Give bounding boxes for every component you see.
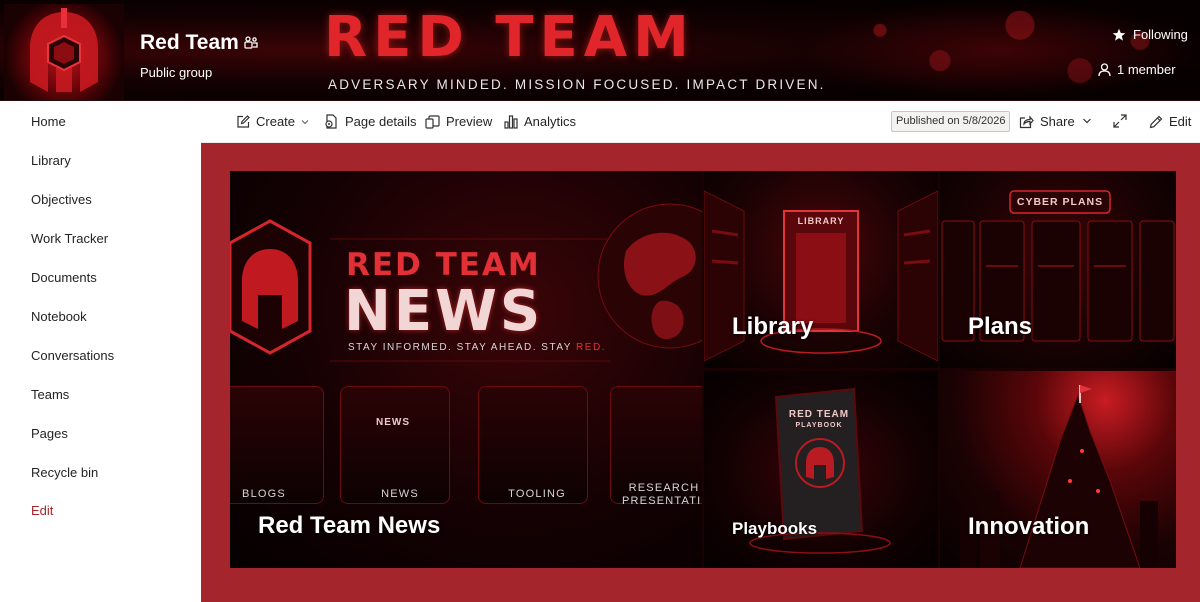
spartan-helmet-icon [30,8,98,92]
left-navigation: Home Library Objectives Work Tracker Doc… [0,101,201,602]
published-badge: Published on 5/8/2026 [891,111,1011,132]
news-card-news [340,386,450,504]
tile-label-plans: Plans [968,313,1033,340]
page-details-button[interactable]: Page details [324,114,417,129]
news-card-tooling [478,386,588,504]
news-card-sign: NEWS [376,417,410,428]
person-icon [1098,62,1111,76]
settings-doc-icon [325,114,337,129]
hero-tile-innovation[interactable]: Innovation [940,371,1176,568]
nav-edit-link[interactable]: Edit [31,503,53,518]
news-card-label-news: NEWS [381,488,419,500]
tile-label-red-team-news: Red Team News [258,512,441,539]
command-bar: Create Page details Preview Analytics Pu… [201,101,1200,143]
nav-item-work-tracker[interactable]: Work Tracker [31,231,108,246]
tile-label-playbooks: Playbooks [732,519,818,538]
share-button[interactable]: Share [1019,114,1075,129]
library-caption: LIBRARY [797,216,845,226]
share-label: Share [1040,114,1075,129]
tile-label-library: Library [732,313,814,340]
edit-button[interactable]: Edit [1149,114,1191,129]
news-tile-artwork [230,203,702,464]
news-tagline-text: STAY INFORMED. STAY AHEAD. STAY [348,342,577,353]
playbook-caption-title: RED TEAM [788,409,850,420]
star-icon [1112,28,1126,41]
site-title[interactable]: Red Team [140,31,239,55]
world-map-decoration [800,0,1200,100]
news-headline-news: NEWS [344,279,544,344]
news-headline-red-team: RED TEAM [346,247,541,283]
chevron-down-icon [301,119,309,124]
expand-button[interactable] [1113,114,1127,128]
create-button[interactable]: Create [236,114,309,129]
site-subtitle: Public group [140,65,213,80]
tile-label-innovation: Innovation [968,513,1090,540]
nav-item-home[interactable]: Home [31,114,66,129]
analytics-label: Analytics [524,114,577,129]
nav-item-pages[interactable]: Pages [31,426,68,441]
hero-tile-library[interactable]: LIBRARY Library [704,171,938,368]
hero-web-part: RED TEAM NEWS STAY INFORMED. STAY AHEAD.… [230,171,1176,568]
analytics-icon [504,114,518,129]
following-button[interactable]: Following [1112,27,1188,42]
news-tagline: STAY INFORMED. STAY AHEAD. STAY RED. [348,342,606,353]
edit-label: Edit [1169,114,1192,129]
nav-item-conversations[interactable]: Conversations [31,348,114,363]
banner-title: RED TEAM [324,5,695,70]
banner-tagline: ADVERSARY MINDED. MISSION FOCUSED. IMPAC… [328,77,826,92]
create-label: Create [256,114,296,129]
plans-caption: CYBER PLANS [1016,196,1104,208]
hero-tile-playbooks[interactable]: RED TEAM PLAYBOOK Playbooks [704,371,938,568]
news-card-label-blogs: BLOGS [242,488,286,500]
news-card-label-research: RESEARCH PRESENTATION [622,482,702,507]
preview-icon [425,114,440,129]
nav-item-notebook[interactable]: Notebook [31,309,87,324]
nav-item-recycle-bin[interactable]: Recycle bin [31,465,98,480]
hero-tile-plans[interactable]: CYBER PLANS Plans [940,171,1176,368]
pencil-icon [1149,115,1163,128]
nav-item-objectives[interactable]: Objectives [31,192,92,207]
nav-item-documents[interactable]: Documents [31,270,97,285]
preview-label: Preview [446,114,493,129]
news-card-blogs [230,386,324,504]
members-button[interactable]: 1 member [1098,62,1176,77]
site-header: Red Team Public group RED TEAM ADVERSARY… [0,0,1200,101]
share-options-button[interactable] [1082,116,1092,126]
nav-item-teams[interactable]: Teams [31,387,69,402]
page-details-label: Page details [345,114,417,129]
nav-item-library[interactable]: Library [31,153,71,168]
analytics-button[interactable]: Analytics [504,114,576,129]
page-canvas: RED TEAM NEWS STAY INFORMED. STAY AHEAD.… [201,143,1200,602]
news-tagline-accent: RED. [576,342,606,353]
share-icon [1019,114,1034,128]
hero-tile-red-team-news[interactable]: RED TEAM NEWS STAY INFORMED. STAY AHEAD.… [230,171,702,568]
site-logo[interactable] [4,4,124,100]
teams-icon[interactable] [243,35,259,51]
following-label: Following [1133,27,1188,42]
preview-button[interactable]: Preview [425,114,492,129]
news-card-label-tooling: TOOLING [508,488,566,500]
members-label: 1 member [1117,62,1176,77]
edit-square-icon [237,114,250,128]
playbook-caption-sub: PLAYBOOK [795,422,843,429]
expand-icon [1113,114,1127,128]
chevron-down-icon [1083,118,1091,124]
